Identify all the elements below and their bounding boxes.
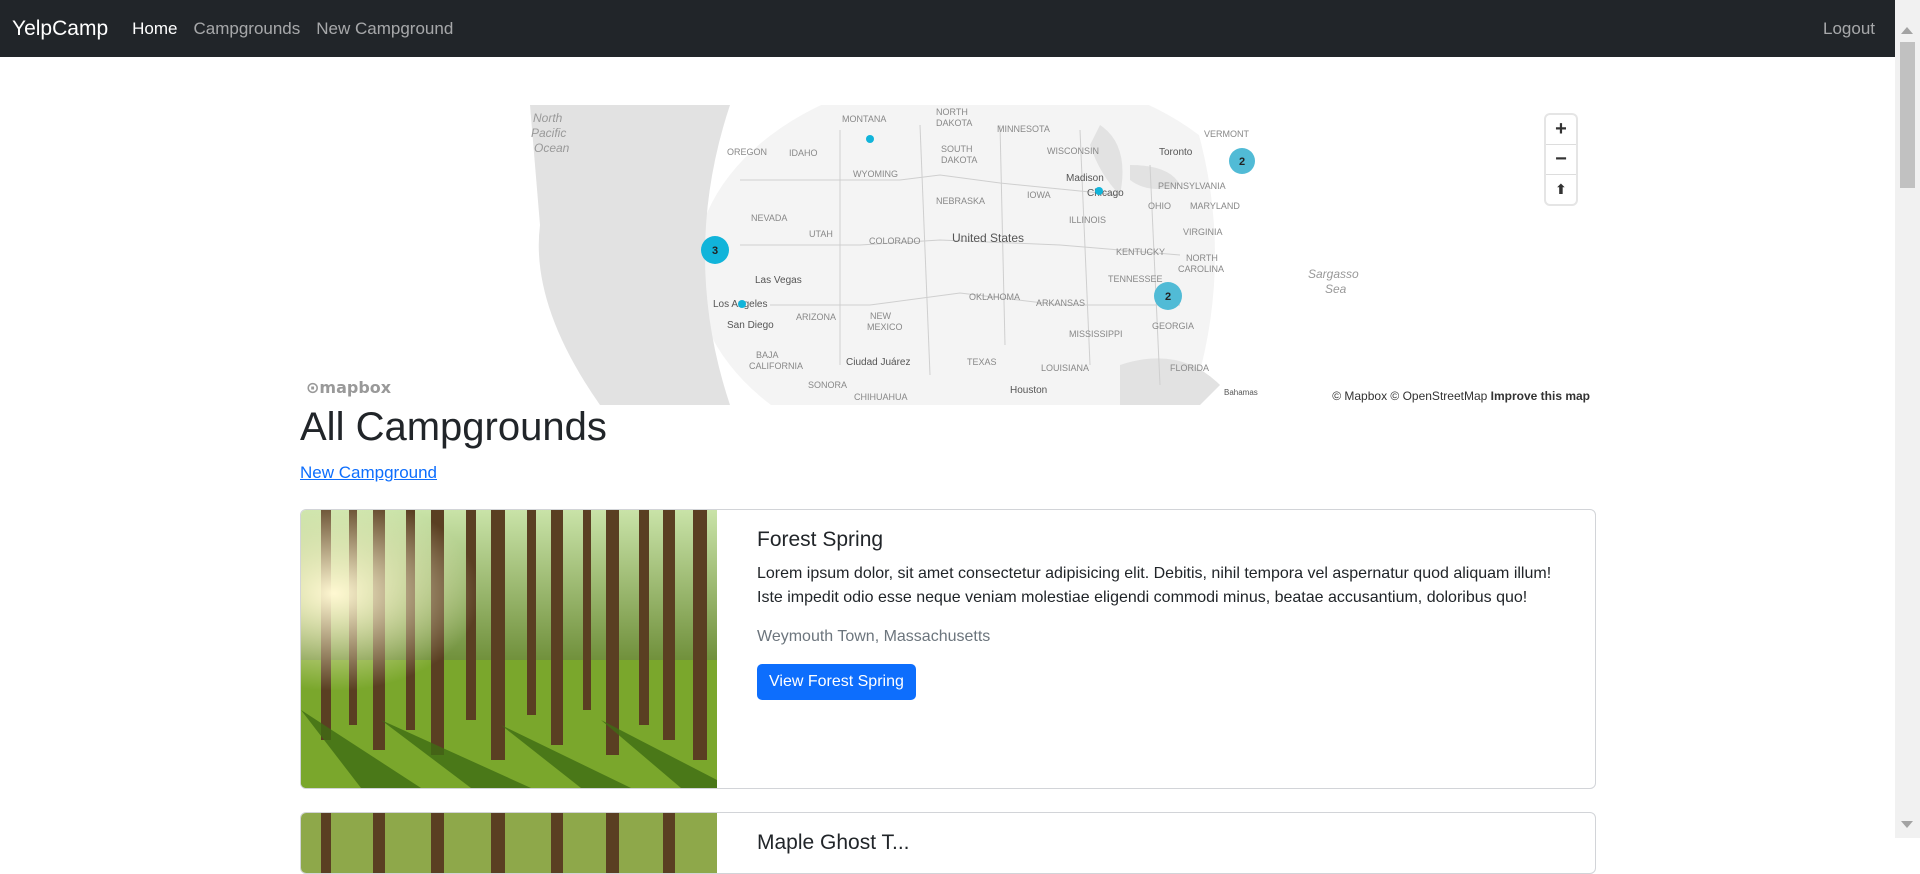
scroll-down-arrow-icon[interactable] — [1901, 821, 1913, 828]
map-label-ocean: Pacific — [531, 126, 566, 140]
map-label-sargasso: Sea — [1325, 282, 1347, 296]
map-label-state: IDAHO — [789, 148, 818, 158]
navbar: YelpCamp Home Campgrounds New Campground… — [0, 0, 1895, 57]
zoom-out-button[interactable]: − — [1546, 145, 1576, 175]
page-title: All Campgrounds — [300, 405, 607, 449]
cluster-count: 2 — [1165, 291, 1171, 303]
scrollbar[interactable] — [1895, 0, 1920, 838]
map-label-state: SONORA — [808, 380, 847, 390]
map-label-state: KENTUCKY — [1116, 247, 1165, 257]
nav-campgrounds[interactable]: Campgrounds — [193, 19, 300, 39]
map-label-state: SOUTH — [941, 144, 973, 154]
map-label-state: ARKANSAS — [1036, 298, 1085, 308]
map-label-state: WISCONSIN — [1047, 146, 1099, 156]
zoom-in-button[interactable]: + — [1546, 115, 1576, 145]
campground-card: Maple Ghost T... — [300, 812, 1596, 874]
map-canvas: North Pacific Ocean Sargasso Sea MONTANA… — [530, 105, 1359, 405]
cluster-map[interactable]: North Pacific Ocean Sargasso Sea MONTANA… — [300, 105, 1596, 405]
campground-point — [866, 135, 874, 143]
map-label-city: Chicago — [1087, 188, 1124, 199]
mapbox-logo-text: mapbox — [319, 378, 392, 397]
cluster-count: 3 — [712, 245, 718, 257]
map-label-country: United States — [952, 231, 1024, 245]
campground-title: Forest Spring — [757, 528, 884, 551]
forest-image — [301, 813, 717, 873]
map-label-sargasso: Sargasso — [1308, 267, 1359, 281]
map-label-state: ARIZONA — [796, 312, 836, 322]
map-attribution: © Mapbox © OpenStreetMap Improve this ma… — [1330, 389, 1592, 403]
map-label-state: CALIFORNIA — [749, 361, 803, 371]
campground-card-body: Maple Ghost T... — [757, 831, 1565, 865]
campground-location: Weymouth Town, Massachusetts — [757, 628, 991, 645]
mapbox-logo[interactable]: ⊙mapbox — [306, 378, 391, 397]
cluster-count: 2 — [1239, 156, 1245, 168]
map-label-state: TEXAS — [967, 357, 997, 367]
map-label-state: FLORIDA — [1170, 363, 1209, 373]
map-label-state: NEW — [870, 311, 892, 321]
map-label-state: ILLINOIS — [1069, 215, 1106, 225]
campground-image — [301, 510, 717, 788]
scroll-up-arrow-icon[interactable] — [1901, 27, 1913, 34]
map-label-state: BAJA — [756, 350, 779, 360]
map-label-state: NORTH — [936, 107, 968, 117]
view-campground-button[interactable]: View Forest Spring — [757, 664, 916, 700]
map-label-state: LOUISIANA — [1041, 363, 1089, 373]
brand-logo[interactable]: YelpCamp — [12, 17, 108, 41]
map-label-ocean: North — [533, 111, 563, 125]
campground-card-body: Forest Spring Lorem ipsum dolor, sit ame… — [757, 528, 1565, 700]
map-label-state: COLORADO — [869, 236, 921, 246]
cluster-marker[interactable]: 2 — [1229, 148, 1255, 174]
map-label-city: San Diego — [727, 320, 774, 331]
map-label-city: Houston — [1010, 385, 1047, 396]
improve-map-link[interactable]: Improve this map — [1491, 389, 1590, 403]
mapbox-logo-icon: ⊙ — [306, 378, 320, 397]
map-label-state: PENNSYLVANIA — [1158, 181, 1226, 191]
campground-point — [1095, 187, 1103, 195]
map-label-state: GEORGIA — [1152, 321, 1194, 331]
campground-title: Maple Ghost T... — [757, 831, 910, 854]
map-label-state: DAKOTA — [936, 118, 972, 128]
map-label-state: NEBRASKA — [936, 196, 985, 206]
map-label-state: CAROLINA — [1178, 264, 1224, 274]
nav-new-campground[interactable]: New Campground — [316, 19, 453, 39]
scroll-thumb[interactable] — [1900, 42, 1915, 188]
map-label-city: Madison — [1066, 173, 1104, 184]
logout-link[interactable]: Logout — [1823, 19, 1875, 39]
map-label-state: MINNESOTA — [997, 124, 1050, 134]
campground-card: Forest Spring Lorem ipsum dolor, sit ame… — [300, 509, 1596, 789]
map-label-state: MEXICO — [867, 322, 903, 332]
campground-image — [301, 813, 717, 873]
map-label-state: OHIO — [1148, 201, 1171, 211]
map-label-state: OREGON — [727, 147, 767, 157]
map-label-state: MARYLAND — [1190, 201, 1240, 211]
map-label-state: UTAH — [809, 229, 833, 239]
map-label-city: Bahamas — [1224, 388, 1258, 397]
campground-description: Lorem ipsum dolor, sit amet consectetur … — [757, 565, 1552, 606]
map-label-state: CHIHUAHUA — [854, 392, 908, 402]
nav-home[interactable]: Home — [132, 19, 177, 39]
map-label-state: TENNESSEE — [1108, 274, 1163, 284]
map-label-state: MISSISSIPPI — [1069, 329, 1123, 339]
forest-image — [301, 510, 717, 788]
map-label-state: NORTH — [1186, 253, 1218, 263]
map-controls: + − ⬆ — [1546, 115, 1576, 204]
attribution-text[interactable]: © Mapbox © OpenStreetMap — [1332, 389, 1487, 403]
new-campground-link[interactable]: New Campground — [300, 463, 437, 483]
map-label-state: IOWA — [1027, 190, 1051, 200]
map-label-state: VIRGINIA — [1183, 227, 1223, 237]
map-label-state: OKLAHOMA — [969, 292, 1020, 302]
map-label-state: WYOMING — [853, 169, 898, 179]
map-label-city: Las Vegas — [755, 275, 802, 286]
map-label-state: NEVADA — [751, 213, 787, 223]
cluster-marker[interactable]: 3 — [701, 236, 729, 264]
map-label-ocean: Ocean — [534, 141, 570, 155]
map-label-state: MONTANA — [842, 114, 886, 124]
campground-point — [738, 300, 746, 308]
map-label-state: DAKOTA — [941, 155, 977, 165]
compass-icon[interactable]: ⬆ — [1546, 175, 1576, 204]
map-label-state: VERMONT — [1204, 129, 1250, 139]
map-label-city: Toronto — [1159, 147, 1193, 158]
cluster-marker[interactable]: 2 — [1154, 282, 1182, 310]
map-label-city: Ciudad Juárez — [846, 357, 910, 368]
